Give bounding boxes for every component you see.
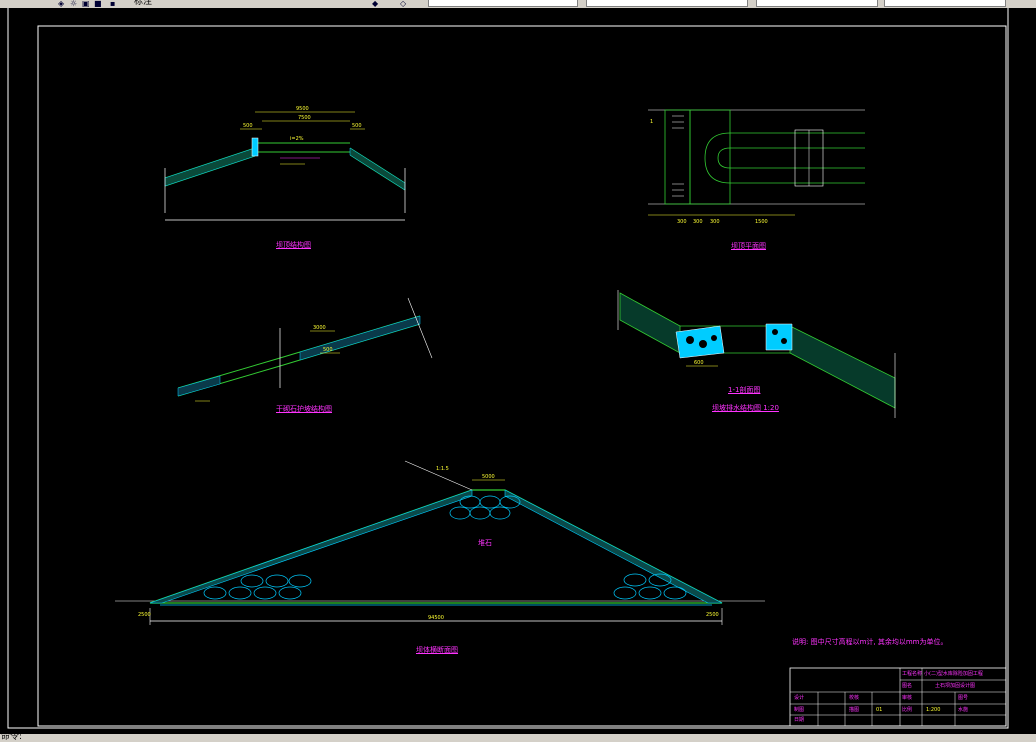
sun-icon[interactable]: ☼ [70, 0, 77, 8]
dim-dam-base: 94500 [428, 615, 444, 621]
plan-figure: 300 300 300 1500 1 [648, 109, 865, 225]
lock-icon[interactable]: ▣ [82, 0, 90, 8]
drawing-canvas[interactable]: 9500 7500 500 500 i=2% 300 300 300 1500 … [0, 8, 1036, 734]
caption-slope-protection: 干砌石护坡结构图 [276, 405, 332, 413]
crown-section-figure: 9500 7500 500 500 i=2% [164, 106, 406, 221]
tb-drawing-name: 土石坝加固设计图 [935, 683, 976, 689]
dim-plan-c: 300 [710, 219, 720, 225]
dam-scale-ratio: 1:1.5 [436, 466, 449, 472]
layer-dropdown[interactable] [428, 0, 578, 7]
tb-row2-scale-label: 比例 [902, 707, 913, 713]
caption-plan: 坝顶平面图 [731, 242, 766, 250]
tb-date-label: 日期 [794, 717, 805, 723]
dim-plan-a: 300 [677, 219, 687, 225]
layer-next-icon[interactable]: ◇ [400, 0, 406, 8]
linetype-dropdown[interactable] [756, 0, 878, 7]
tb-row1-reviewer: 审核 [902, 695, 913, 701]
command-line[interactable]: 命令: [0, 734, 1036, 742]
dim-crown-top: 9500 [296, 106, 309, 112]
caption-dam-section: 坝体横断面图 [416, 646, 458, 654]
color-dropdown[interactable] [586, 0, 748, 7]
tb-sheet-no: 01 [876, 707, 883, 713]
match-prop-icon[interactable]: ▪ [110, 0, 115, 8]
tb-row2-tracer: 描图 [849, 707, 860, 713]
dam-section-figure: 5000 94500 2500 2500 1:1.5 堆石 [115, 460, 765, 625]
drawing-svg: 9500 7500 500 500 i=2% 300 300 300 1500 … [7, 8, 1009, 729]
drain-detail-figure: 600 [617, 290, 896, 418]
caption-drain-detail: 坝坡排水结构图 1:20 [712, 404, 779, 412]
dim-crown-width: 7500 [298, 115, 311, 121]
command-prompt: 命令: [1, 734, 23, 742]
layer-prev-icon[interactable]: ◆ [372, 0, 378, 8]
dim-crown-edge-left: 500 [243, 123, 253, 129]
tb-row1-drawing-no: 图号 [958, 695, 969, 701]
color-icon[interactable]: ■ [94, 0, 102, 8]
dim-plan-d: 1500 [755, 219, 768, 225]
caption-drain-section: 1-1剖面图 [728, 386, 761, 394]
tb-row2-scale-value: 1:200 [926, 707, 941, 713]
tb-row1-designer: 设计 [794, 695, 805, 701]
toolbar-layer-label: 标注 [134, 0, 153, 7]
dim-crown-slope: i=2% [290, 136, 304, 142]
dim-dam-toe-right: 2500 [706, 612, 719, 618]
tb-drawing-label: 图名 [902, 683, 913, 689]
lineweight-dropdown[interactable] [884, 0, 1006, 7]
tb-company-label: 工程名称 [902, 671, 923, 677]
tb-project-name: 小(二)型水库除险加固工程 [924, 671, 983, 677]
dim-protection-a: 3000 [313, 325, 326, 331]
dim-crown-edge-right: 500 [352, 123, 362, 129]
slope-protection-figure: 3000 500 [177, 297, 433, 402]
tb-row1-checker: 校核 [849, 695, 860, 701]
dim-protection-b: 500 [323, 347, 333, 353]
plan-section-mark: 1 [650, 119, 653, 125]
layer-icon[interactable]: ◈ [58, 0, 64, 8]
drawing-note: 说明: 图中尺寸高程以m计, 其余均以mm为单位。 [792, 638, 948, 646]
tb-row2-drafter: 制图 [794, 707, 805, 713]
tb-sheet-code: 水施 [958, 707, 969, 713]
dim-dam-toe-left: 2500 [138, 612, 151, 618]
rockfill-label: 堆石 [478, 538, 492, 547]
dim-dam-top: 5000 [482, 474, 495, 480]
caption-crown-section: 坝顶结构图 [276, 241, 311, 249]
dim-plan-b: 300 [693, 219, 703, 225]
dim-drain-width: 600 [694, 360, 704, 366]
